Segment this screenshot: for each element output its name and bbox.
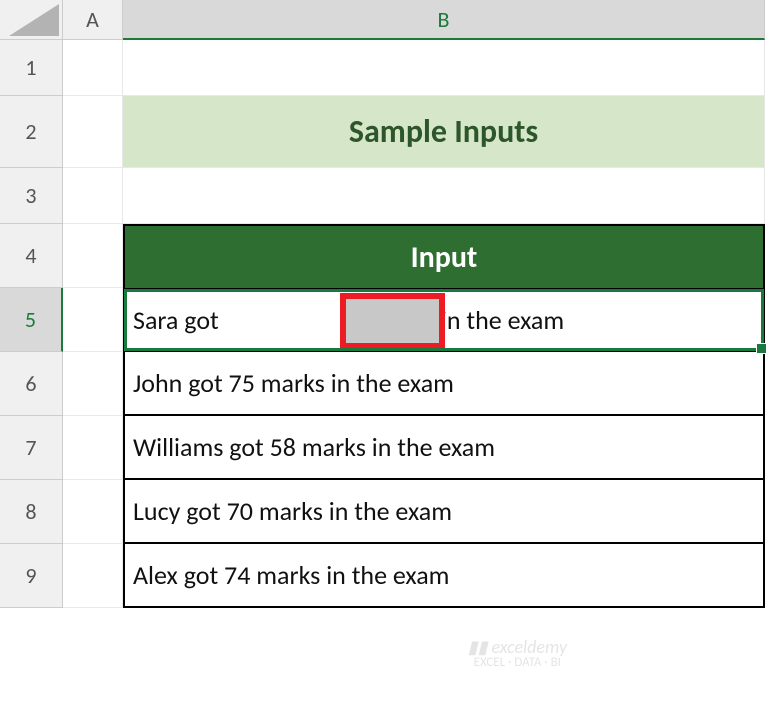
cell-B1[interactable] <box>123 40 765 96</box>
watermark-line2: EXCEL · DATA · BI <box>468 656 567 669</box>
cell-A9[interactable] <box>63 544 123 608</box>
column-header-A[interactable]: A <box>63 0 123 40</box>
row-header-2[interactable]: 2 <box>0 96 63 168</box>
cell-A7[interactable] <box>63 416 123 480</box>
cell-text: Williams got 58 marks in the exam <box>133 431 495 463</box>
row-header-9[interactable]: 9 <box>0 544 63 608</box>
cell-A8[interactable] <box>63 480 123 544</box>
spreadsheet-grid: A B 1 2 Sample Inputs 3 4 Input 5 Sara g… <box>0 0 767 608</box>
row-header-1[interactable]: 1 <box>0 40 63 96</box>
cell-A4[interactable] <box>63 224 123 288</box>
row-header-8[interactable]: 8 <box>0 480 63 544</box>
cell-A1[interactable] <box>63 40 123 96</box>
table-header-input[interactable]: Input <box>123 224 765 288</box>
cell-B8[interactable]: Lucy got 70 marks in the exam <box>123 480 765 544</box>
row-header-3[interactable]: 3 <box>0 168 63 224</box>
cell-B6[interactable]: John got 75 marks in the exam <box>123 352 765 416</box>
title-cell[interactable]: Sample Inputs <box>123 96 765 168</box>
cell-A2[interactable] <box>63 96 123 168</box>
cell-A5[interactable] <box>63 288 123 352</box>
cell-A3[interactable] <box>63 168 123 224</box>
column-header-B[interactable]: B <box>123 0 765 40</box>
row-header-4[interactable]: 4 <box>0 224 63 288</box>
cell-A6[interactable] <box>63 352 123 416</box>
row-header-5[interactable]: 5 <box>0 288 63 352</box>
cell-text: John got 75 marks in the exam <box>133 367 454 399</box>
highlight-box <box>340 293 445 349</box>
cell-text: Lucy got 70 marks in the exam <box>133 495 452 527</box>
watermark: ▮▮ exceldemy EXCEL · DATA · BI <box>468 638 567 669</box>
cell-B9[interactable]: Alex got 74 marks in the exam <box>123 544 765 608</box>
row-header-7[interactable]: 7 <box>0 416 63 480</box>
select-all-corner[interactable] <box>0 0 63 40</box>
cell-B7[interactable]: Williams got 58 marks in the exam <box>123 416 765 480</box>
cell-B5[interactable]: Sara got 78 marks in the exam <box>123 288 765 352</box>
cell-text: Alex got 74 marks in the exam <box>133 559 449 591</box>
cell-B3[interactable] <box>123 168 765 224</box>
row-header-6[interactable]: 6 <box>0 352 63 416</box>
cell-B5-text-left: Sara got <box>133 304 219 336</box>
